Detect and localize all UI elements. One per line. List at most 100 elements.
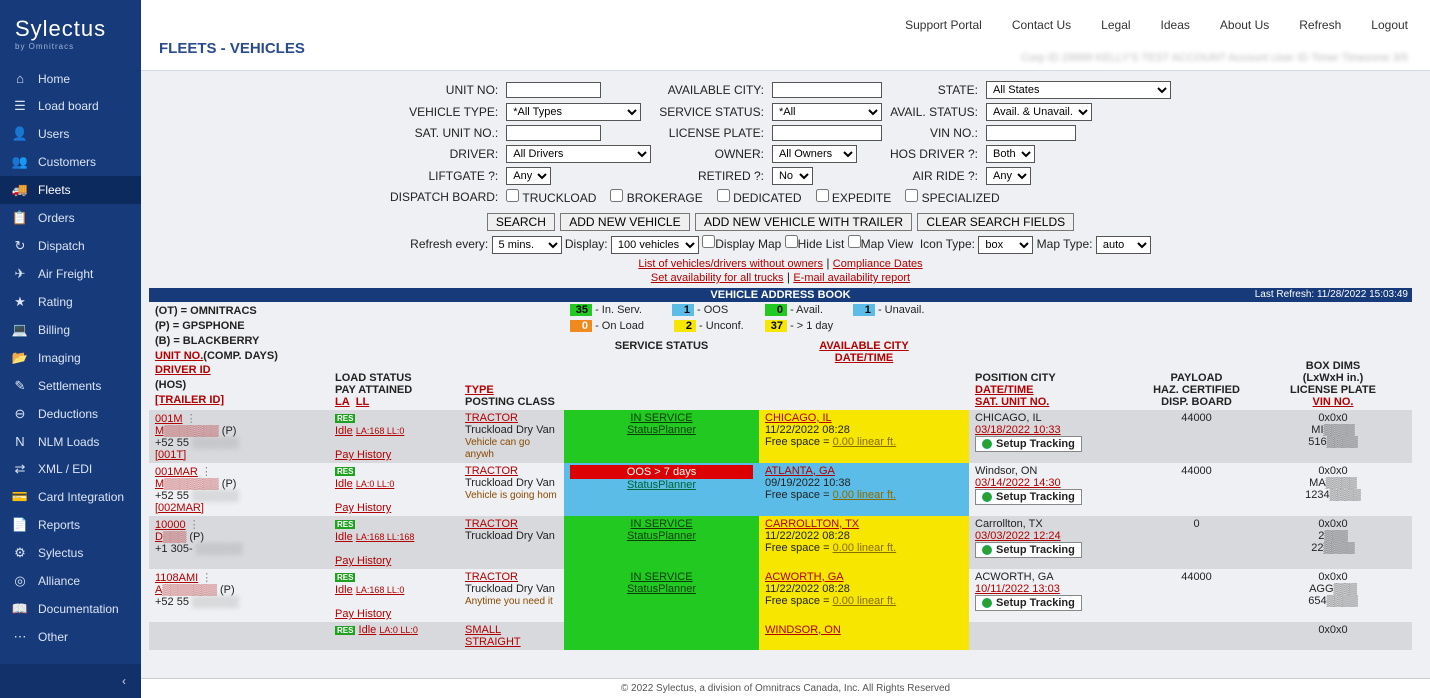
trailer-link[interactable]: [002MAR] xyxy=(155,502,204,514)
top-link-support-portal[interactable]: Support Portal xyxy=(905,18,982,32)
pay-history-link[interactable]: Pay History xyxy=(335,608,391,620)
sort-sat-unit[interactable]: SAT. UNIT NO. xyxy=(975,396,1049,408)
trailer-link[interactable]: [001T] xyxy=(155,449,186,461)
airride-select[interactable]: Any xyxy=(986,167,1031,185)
status-planner-link[interactable]: StatusPlanner xyxy=(627,479,696,491)
hide-list-checkbox[interactable] xyxy=(785,235,798,248)
collapse-button[interactable]: ‹ xyxy=(0,664,141,698)
sidebar-item-sylectus[interactable]: ⚙Sylectus xyxy=(0,539,141,567)
sidebar-item-reports[interactable]: 📄Reports xyxy=(0,511,141,539)
sidebar-item-xml-edi[interactable]: ⇄XML / EDI xyxy=(0,455,141,483)
type-link[interactable]: TRACTOR xyxy=(465,571,518,583)
type-link[interactable]: TRACTOR xyxy=(465,412,518,424)
sidebar-item-orders[interactable]: 📋Orders xyxy=(0,204,141,232)
service-status-link[interactable]: IN SERVICE xyxy=(630,518,692,530)
vin-input[interactable] xyxy=(986,125,1076,141)
type-link[interactable]: SMALL STRAIGHT xyxy=(465,624,521,648)
oos-link[interactable]: OOS > 7 days xyxy=(570,465,753,479)
link-no-owners[interactable]: List of vehicles/drivers without owners xyxy=(638,258,823,270)
map-view-checkbox[interactable] xyxy=(848,235,861,248)
idle-link[interactable]: Idle xyxy=(335,584,353,596)
sidebar-item-home[interactable]: ⌂Home xyxy=(0,65,141,92)
free-space-link[interactable]: 0.00 linear ft. xyxy=(833,489,897,501)
top-link-refresh[interactable]: Refresh xyxy=(1299,18,1341,32)
unit-link[interactable]: 001M xyxy=(155,413,183,425)
icontype-select[interactable]: box xyxy=(978,236,1033,254)
top-link-contact-us[interactable]: Contact Us xyxy=(1012,18,1071,32)
link-email-report[interactable]: E-mail availability report xyxy=(793,272,910,284)
avail-city-link[interactable]: ATLANTA, GA xyxy=(765,465,835,477)
sort-la[interactable]: LA xyxy=(335,396,350,408)
position-date-link[interactable]: 03/18/2022 10:33 xyxy=(975,424,1061,436)
service-status-select[interactable]: *All xyxy=(772,103,882,121)
pay-history-link[interactable]: Pay History xyxy=(335,449,391,461)
hos-select[interactable]: Both xyxy=(986,145,1035,163)
sidebar-item-deductions[interactable]: ⊖Deductions xyxy=(0,400,141,428)
idle-link[interactable]: Idle xyxy=(335,425,353,437)
free-space-link[interactable]: 0.00 linear ft. xyxy=(833,542,897,554)
avail-city-link[interactable]: ACWORTH, GA xyxy=(765,571,844,583)
link-compliance[interactable]: Compliance Dates xyxy=(833,258,923,270)
la-link[interactable]: LA:168 LL:168 xyxy=(356,532,415,542)
dispatch-dedicated-checkbox[interactable] xyxy=(717,189,730,202)
position-date-link[interactable]: 10/11/2022 13:03 xyxy=(975,583,1060,595)
free-space-link[interactable]: 0.00 linear ft. xyxy=(833,436,897,448)
driver-link[interactable]: M▒▒▒▒▒▒▒ xyxy=(155,478,219,490)
la-link[interactable]: LA:0 LL:0 xyxy=(356,479,395,489)
retired-select[interactable]: No xyxy=(772,167,813,185)
link-set-avail[interactable]: Set availability for all trucks xyxy=(651,272,784,284)
service-status-link[interactable]: IN SERVICE xyxy=(630,412,692,424)
state-select[interactable]: All States xyxy=(986,81,1171,99)
dispatch-specialized-checkbox[interactable] xyxy=(905,189,918,202)
top-link-about-us[interactable]: About Us xyxy=(1220,18,1269,32)
sidebar-item-load-board[interactable]: ☰Load board xyxy=(0,92,141,120)
top-link-legal[interactable]: Legal xyxy=(1101,18,1130,32)
type-link[interactable]: TRACTOR xyxy=(465,465,518,477)
sidebar-item-settlements[interactable]: ✎Settlements xyxy=(0,372,141,400)
status-planner-link[interactable]: StatusPlanner xyxy=(627,583,696,595)
sidebar-item-nlm-loads[interactable]: NNLM Loads xyxy=(0,428,141,455)
free-space-link[interactable]: 0.00 linear ft. xyxy=(833,595,897,607)
service-status-link[interactable]: IN SERVICE xyxy=(630,571,692,583)
avail-city-link[interactable]: WINDSOR, ON xyxy=(765,624,841,636)
sidebar-item-air-freight[interactable]: ✈Air Freight xyxy=(0,260,141,288)
clear-button[interactable]: CLEAR SEARCH FIELDS xyxy=(917,213,1074,231)
setup-tracking-button[interactable]: Setup Tracking xyxy=(975,489,1082,505)
sort-avail-date[interactable]: DATE/TIME xyxy=(835,352,893,364)
sidebar-item-other[interactable]: ⋯Other xyxy=(0,623,141,651)
liftgate-select[interactable]: Any xyxy=(506,167,551,185)
sort-trailer-id[interactable]: [TRAILER ID] xyxy=(155,394,224,406)
idle-link[interactable]: Idle xyxy=(359,624,377,636)
sort-unit-no[interactable]: UNIT NO. xyxy=(155,350,203,362)
refresh-select[interactable]: 5 mins. xyxy=(492,236,562,254)
sort-pos-date[interactable]: DATE/TIME xyxy=(975,384,1033,396)
unit-link[interactable]: 1108AMI xyxy=(155,572,198,584)
idle-link[interactable]: Idle xyxy=(335,478,353,490)
type-link[interactable]: TRACTOR xyxy=(465,518,518,530)
sort-avail-city[interactable]: AVAILABLE CITY xyxy=(819,340,908,352)
top-link-logout[interactable]: Logout xyxy=(1371,18,1408,32)
avail-city-link[interactable]: CHICAGO, IL xyxy=(765,412,832,424)
sidebar-item-users[interactable]: 👤Users xyxy=(0,120,141,148)
sidebar-item-documentation[interactable]: 📖Documentation xyxy=(0,595,141,623)
position-date-link[interactable]: 03/03/2022 12:24 xyxy=(975,530,1061,542)
dispatch-truckload-checkbox[interactable] xyxy=(506,189,519,202)
add-vehicle-button[interactable]: ADD NEW VEHICLE xyxy=(560,213,689,231)
sidebar-item-rating[interactable]: ★Rating xyxy=(0,288,141,316)
sidebar-item-imaging[interactable]: 📂Imaging xyxy=(0,344,141,372)
sidebar-item-alliance[interactable]: ◎Alliance xyxy=(0,567,141,595)
maptype-select[interactable]: auto xyxy=(1096,236,1151,254)
dispatch-brokerage-checkbox[interactable] xyxy=(610,189,623,202)
sidebar-item-billing[interactable]: 💻Billing xyxy=(0,316,141,344)
sidebar-item-fleets[interactable]: 🚚Fleets xyxy=(0,176,141,204)
available-city-input[interactable] xyxy=(772,82,882,98)
idle-link[interactable]: Idle xyxy=(335,531,353,543)
unit-no-input[interactable] xyxy=(506,82,601,98)
la-link[interactable]: LA:168 LL:0 xyxy=(356,426,405,436)
sort-ll[interactable]: LL xyxy=(356,396,369,408)
display-map-checkbox[interactable] xyxy=(702,235,715,248)
setup-tracking-button[interactable]: Setup Tracking xyxy=(975,542,1082,558)
sort-vin[interactable]: VIN NO. xyxy=(1313,396,1354,408)
setup-tracking-button[interactable]: Setup Tracking xyxy=(975,436,1082,452)
owner-select[interactable]: All Owners xyxy=(772,145,857,163)
